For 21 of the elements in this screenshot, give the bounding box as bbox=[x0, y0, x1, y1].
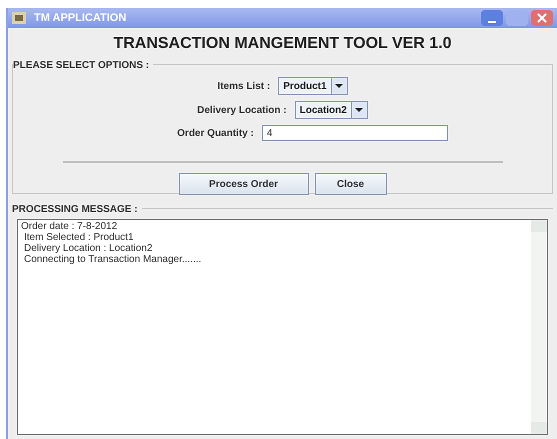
window-title: TM APPLICATION bbox=[34, 10, 126, 26]
close-icon bbox=[537, 13, 547, 23]
caret-icon bbox=[335, 84, 344, 88]
dropdown[interactable]: Product1 bbox=[278, 77, 348, 95]
scrollbar[interactable] bbox=[531, 220, 547, 434]
quantity-field[interactable]: 4 bbox=[262, 125, 448, 141]
field-label: Order Quantity : bbox=[177, 126, 254, 140]
process-order-button[interactable]: Process Order bbox=[178, 173, 308, 195]
message-line: Item Selected : Product1 bbox=[23, 232, 135, 243]
message-line: Connecting to Transaction Manager....... bbox=[23, 254, 202, 265]
minimize-button[interactable] bbox=[481, 10, 503, 26]
caret-icon bbox=[355, 108, 364, 112]
dropdown[interactable]: Location2 bbox=[294, 101, 368, 119]
field-label: Items List : bbox=[217, 80, 270, 94]
close-dialog-button[interactable]: Close bbox=[314, 173, 386, 195]
app-icon bbox=[12, 12, 26, 24]
message-line: Order date : 7-8-2012 bbox=[21, 221, 118, 232]
close-button[interactable] bbox=[531, 10, 553, 26]
message-line: Delivery Location : Location2 bbox=[23, 243, 154, 254]
field-label: Delivery Location : bbox=[197, 104, 287, 118]
app-heading: TRANSACTION MANGEMENT TOOL VER 1.0 bbox=[112, 34, 453, 54]
